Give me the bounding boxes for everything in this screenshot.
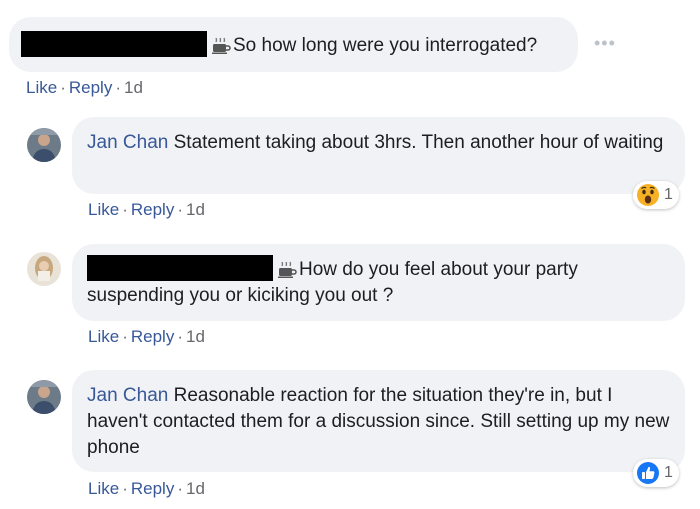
reaction-count: 1: [664, 186, 673, 203]
like-link[interactable]: Like: [88, 200, 119, 219]
comment-actions: Like · Reply · 1d: [26, 78, 143, 97]
comment-bubble: Jan Chan Statement taking about 3hrs. Th…: [72, 117, 685, 194]
reply-link[interactable]: Reply: [131, 200, 174, 219]
like-link[interactable]: Like: [88, 479, 119, 498]
more-options-icon[interactable]: •••: [594, 33, 616, 54]
reply-link[interactable]: Reply: [131, 327, 174, 346]
comment-author[interactable]: Jan Chan: [87, 132, 168, 153]
redacted-name: [21, 31, 207, 57]
redacted-name: [87, 255, 273, 281]
reaction-badge[interactable]: 1: [633, 459, 679, 487]
comment-actions: Like · Reply · 1d: [88, 200, 205, 219]
comment-text: Statement taking about 3hrs. Then anothe…: [173, 132, 664, 153]
timestamp[interactable]: 1d: [186, 327, 205, 346]
reply-link[interactable]: Reply: [69, 78, 112, 97]
comment-author[interactable]: Jan Chan: [87, 385, 168, 406]
wow-emoji-icon: [637, 184, 659, 206]
avatar[interactable]: [27, 128, 61, 162]
comment-bubble: So how long were you interrogated?: [9, 17, 578, 72]
avatar[interactable]: [27, 252, 61, 286]
comment-actions: Like · Reply · 1d: [88, 327, 205, 346]
timestamp[interactable]: 1d: [186, 200, 205, 219]
reply-link[interactable]: Reply: [131, 479, 174, 498]
coffee-icon: [278, 261, 297, 278]
like-link[interactable]: Like: [88, 327, 119, 346]
reaction-badge[interactable]: 1: [633, 181, 679, 209]
timestamp[interactable]: 1d: [186, 479, 205, 498]
comment-actions: Like · Reply · 1d: [88, 479, 205, 498]
coffee-icon: [212, 37, 231, 54]
comment-text: So how long were you interrogated?: [233, 35, 538, 56]
reaction-count: 1: [664, 464, 673, 481]
comment-text: Reasonable reaction for the situation th…: [87, 385, 670, 458]
timestamp[interactable]: 1d: [124, 78, 143, 97]
like-link[interactable]: Like: [26, 78, 57, 97]
comment-bubble: How do you feel about your party suspend…: [72, 244, 685, 321]
avatar[interactable]: [27, 380, 61, 414]
comment-bubble: Jan Chan Reasonable reaction for the sit…: [72, 370, 685, 472]
thumbs-up-icon: [637, 462, 659, 484]
